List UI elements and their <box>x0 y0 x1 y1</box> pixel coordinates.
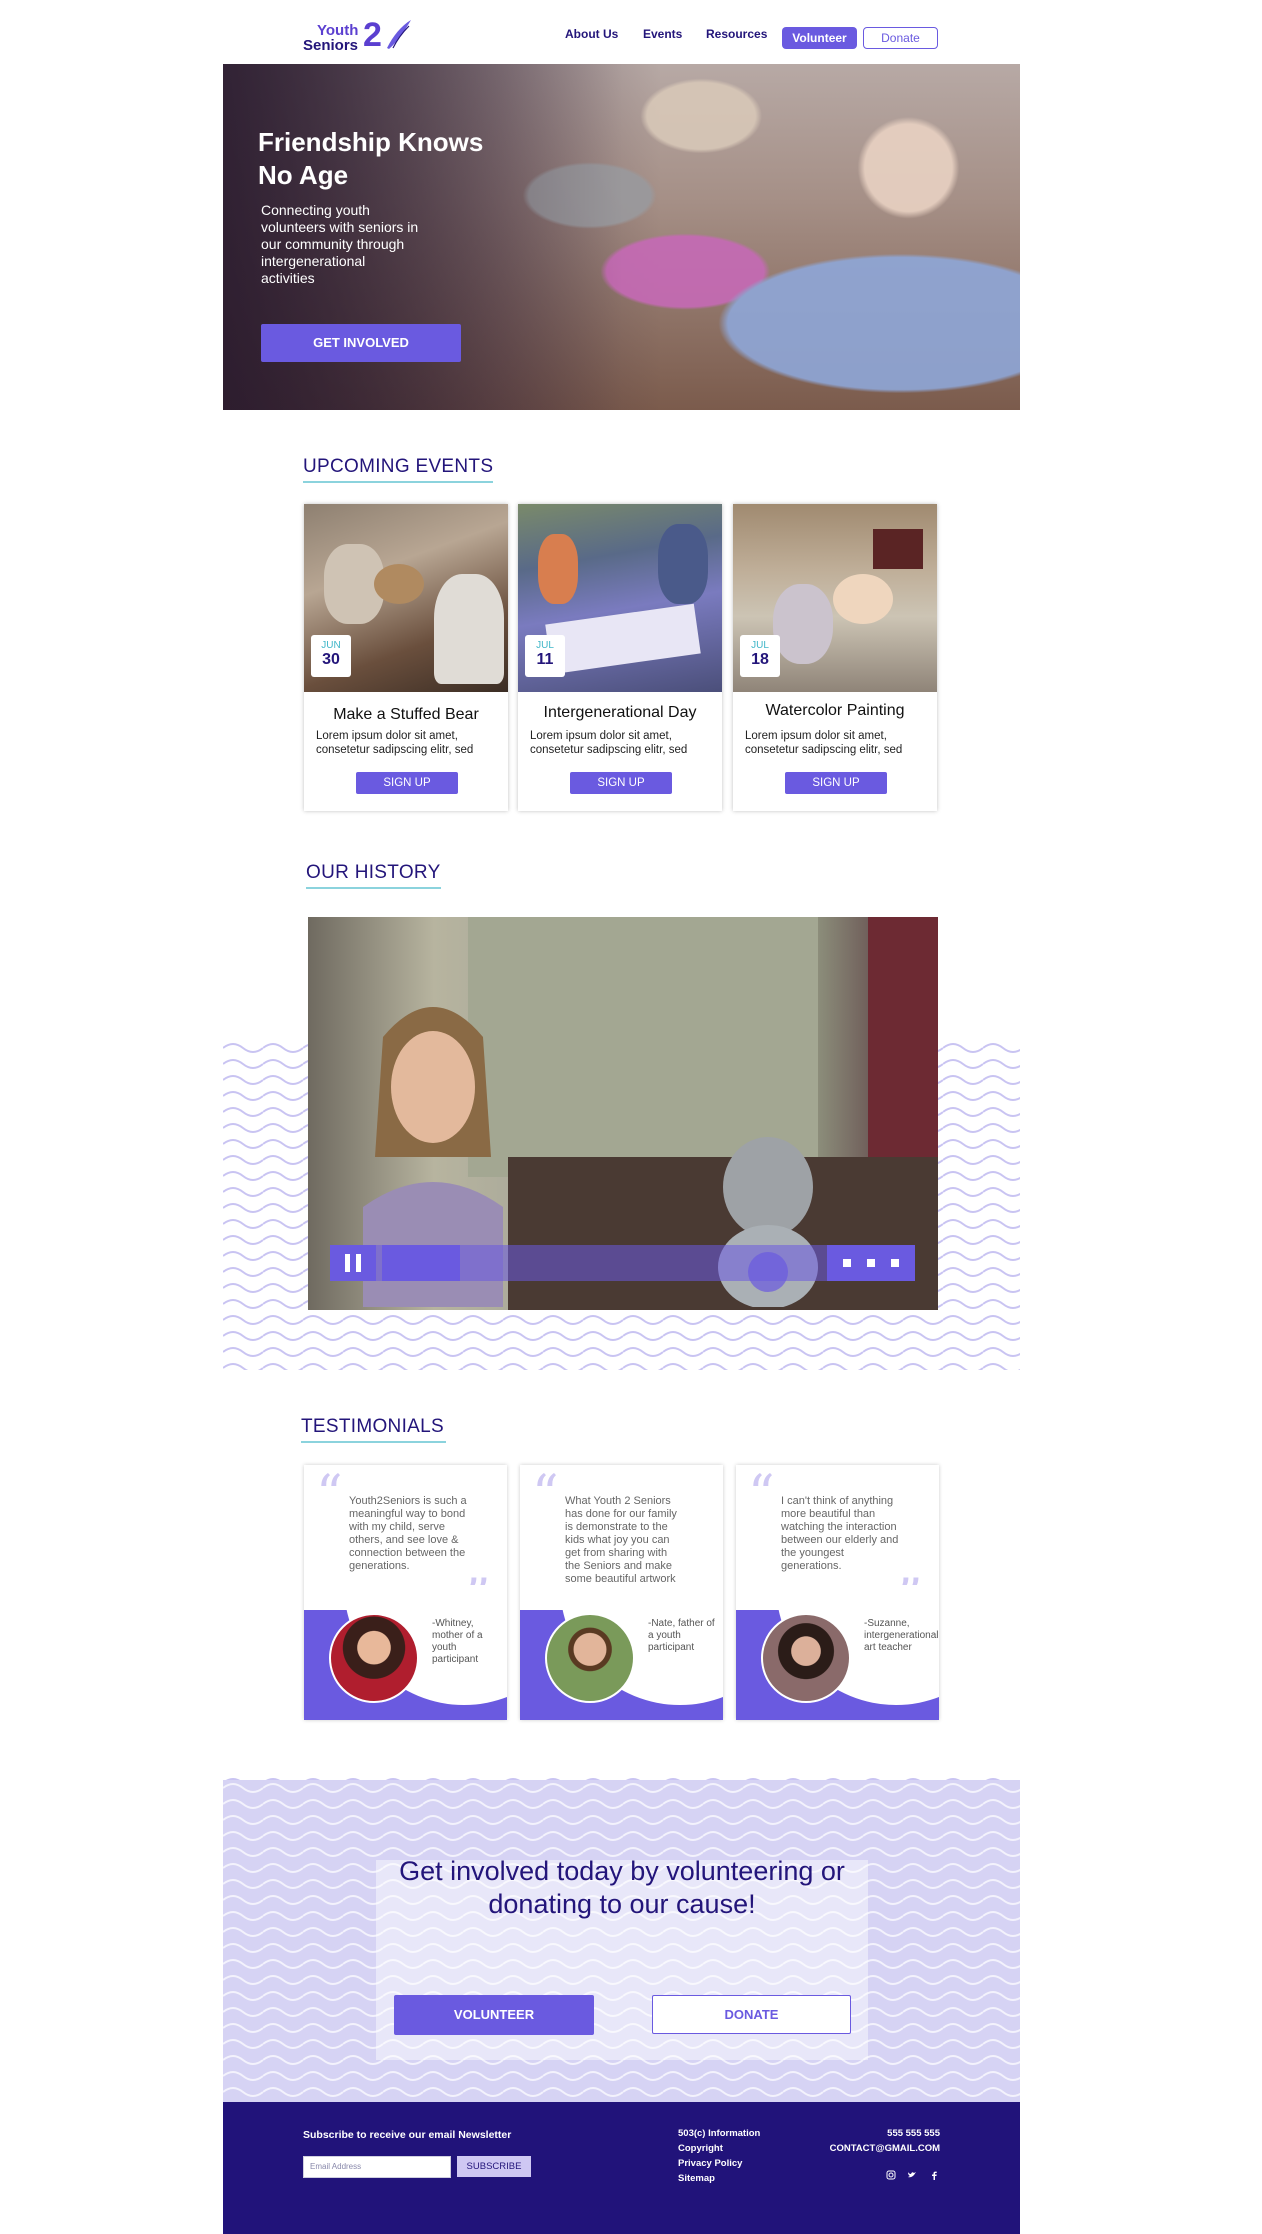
cta-donate-button[interactable]: DONATE <box>652 1995 851 2034</box>
footer-phone: 555 555 555 <box>887 2128 940 2139</box>
testimonial-quote: Youth2Seniors is such a meaningful way t… <box>349 1495 467 1572</box>
logo-word-seniors: Seniors <box>303 37 359 54</box>
footer-email[interactable]: CONTACT@GMAIL.COM <box>830 2141 940 2156</box>
title-underline <box>301 1441 446 1443</box>
avatar <box>329 1613 419 1703</box>
video-menu-button[interactable] <box>827 1245 915 1281</box>
event-title: Make a Stuffed Bear <box>333 706 479 723</box>
testimonial-quote: I can't think of anything more beautiful… <box>781 1495 899 1572</box>
event-card: JUL 18 Watercolor Painting Lorem ipsum d… <box>733 504 937 811</box>
title-underline <box>303 481 493 483</box>
twitter-icon[interactable] <box>907 2170 917 2180</box>
pause-icon <box>345 1254 350 1272</box>
more-dots-icon <box>843 1259 851 1267</box>
event-title: Intergenerational Day <box>543 704 697 721</box>
event-day: 30 <box>322 651 340 668</box>
sign-up-button[interactable]: SIGN UP <box>356 772 458 794</box>
page: Youth Seniors 2 About Us Events Resource… <box>223 0 1020 2234</box>
nav-resources[interactable]: Resources <box>706 27 767 41</box>
instagram-icon[interactable] <box>886 2170 896 2180</box>
events-section-title: UPCOMING EVENTS <box>303 456 494 483</box>
logo-mark: 2 <box>363 16 382 54</box>
open-quote-icon: “ <box>748 1465 775 1525</box>
testimonials-title-text: TESTIMONIALS <box>301 1416 444 1437</box>
history-section-title: OUR HISTORY <box>306 862 441 889</box>
hero-title: Friendship Knows No Age <box>258 127 484 190</box>
testimonial-card: “ What Youth 2 Seniors has done for our … <box>520 1465 723 1720</box>
footer-links: 503(c) Information Copyright Privacy Pol… <box>678 2126 760 2186</box>
testimonials-section-title: TESTIMONIALS <box>301 1416 446 1443</box>
footer-link-sitemap[interactable]: Sitemap <box>678 2171 760 2186</box>
nav-donate-button[interactable]: Donate <box>863 27 938 49</box>
get-involved-button[interactable]: GET INVOLVED <box>261 324 461 362</box>
testimonial-quote: What Youth 2 Seniors has done for our fa… <box>565 1495 677 1598</box>
video-controls <box>330 1245 915 1281</box>
logo[interactable]: Youth Seniors 2 <box>303 18 413 58</box>
event-date-badge: JUN 30 <box>311 635 351 677</box>
event-title: Watercolor Painting <box>765 702 905 719</box>
title-underline <box>306 887 441 889</box>
hero-subtitle: Connecting youth volunteers with seniors… <box>261 202 419 286</box>
hero: Friendship Knows No Age Connecting youth… <box>223 64 1020 410</box>
newsletter-label: Subscribe to receive our email Newslette… <box>303 2129 512 2141</box>
cta-section: Get involved today by volunteering or do… <box>223 1780 1020 2102</box>
event-description: Lorem ipsum dolor sit amet, consetetur s… <box>530 730 688 756</box>
nav-events[interactable]: Events <box>643 27 682 41</box>
cta-volunteer-button[interactable]: VOLUNTEER <box>394 1995 594 2035</box>
pause-icon <box>356 1254 361 1272</box>
event-card: JUL 11 Intergenerational Day Lorem ipsum… <box>518 504 722 811</box>
open-quote-icon: “ <box>532 1465 559 1525</box>
footer: Subscribe to receive our email Newslette… <box>223 2102 1020 2234</box>
open-quote-icon: “ <box>316 1465 343 1525</box>
testimonial-card: “ Youth2Seniors is such a meaningful way… <box>304 1465 507 1720</box>
sign-up-button[interactable]: SIGN UP <box>785 772 887 794</box>
event-day: 18 <box>751 651 769 668</box>
events-title-text: UPCOMING EVENTS <box>303 456 494 477</box>
event-card: JUN 30 Make a Stuffed Bear Lorem ipsum d… <box>304 504 508 811</box>
more-dots-icon <box>867 1259 875 1267</box>
brush-icon <box>387 20 411 49</box>
cta-heading: Get involved today by volunteering or do… <box>399 1856 845 1919</box>
footer-link-privacy[interactable]: Privacy Policy <box>678 2156 760 2171</box>
avatar <box>545 1613 635 1703</box>
event-month: JUN <box>321 640 341 651</box>
top-nav: Youth Seniors 2 About Us Events Resource… <box>223 0 1020 64</box>
email-input[interactable]: Email Address <box>303 2156 451 2178</box>
history-video[interactable] <box>308 917 938 1310</box>
event-day: 11 <box>536 651 554 668</box>
event-date-badge: JUL 18 <box>740 635 780 677</box>
pause-button[interactable] <box>330 1245 376 1281</box>
footer-contact: 555 555 555 CONTACT@GMAIL.COM <box>830 2126 940 2156</box>
nav-volunteer-button[interactable]: Volunteer <box>782 27 857 49</box>
footer-link-503c[interactable]: 503(c) Information <box>678 2126 760 2141</box>
video-progress[interactable] <box>382 1245 460 1281</box>
event-description: Lorem ipsum dolor sit amet, consetetur s… <box>745 730 903 756</box>
sign-up-button[interactable]: SIGN UP <box>570 772 672 794</box>
event-month: JUL <box>751 640 769 651</box>
facebook-icon[interactable] <box>929 2170 939 2180</box>
avatar <box>761 1613 851 1703</box>
testimonial-author: -Whitney, mother of a youth participant <box>432 1618 483 1665</box>
testimonial-author: -Nate, father of a youth participant <box>648 1618 715 1653</box>
more-dots-icon <box>891 1259 899 1267</box>
event-month: JUL <box>536 640 554 651</box>
history-title-text: OUR HISTORY <box>306 862 441 883</box>
testimonial-author: -Suzanne, intergenerational art teacher <box>864 1618 939 1653</box>
subscribe-button[interactable]: SUBSCRIBE <box>457 2156 531 2177</box>
footer-link-copyright[interactable]: Copyright <box>678 2141 760 2156</box>
event-description: Lorem ipsum dolor sit amet, consetetur s… <box>316 730 474 756</box>
nav-about[interactable]: About Us <box>565 27 618 41</box>
testimonial-card: “ I can't think of anything more beautif… <box>736 1465 939 1720</box>
event-date-badge: JUL 11 <box>525 635 565 677</box>
